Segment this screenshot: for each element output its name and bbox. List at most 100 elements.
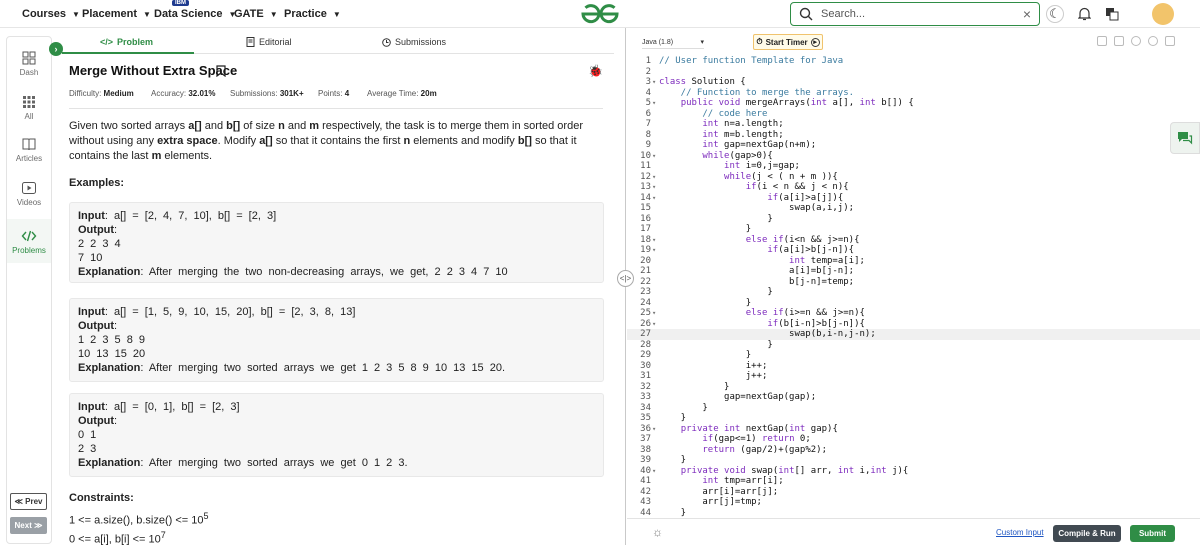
fold-toggle-icon[interactable]: ▾ — [652, 245, 656, 256]
code-line[interactable]: 43 arr[j]=tmp; — [627, 497, 1200, 508]
fold-toggle-icon[interactable]: ▾ — [652, 182, 656, 193]
code-line[interactable]: 4 // Function to merge the arrays. — [627, 88, 1200, 99]
code-line[interactable]: 32 } — [627, 382, 1200, 393]
fold-toggle-icon[interactable]: ▾ — [652, 466, 656, 477]
code-line[interactable]: 23 } — [627, 287, 1200, 298]
prev-problem-button[interactable]: ≪ Prev — [10, 493, 47, 510]
copy-icon[interactable] — [1097, 36, 1107, 46]
language-select[interactable]: Java (1.8) ▾ — [642, 36, 704, 49]
avatar[interactable] — [1152, 3, 1174, 25]
fold-toggle-icon[interactable]: ▾ — [652, 319, 656, 330]
fold-toggle-icon[interactable]: ▾ — [652, 77, 656, 88]
code-editor[interactable]: 1// User function Template for Java 2 3 ▾ cl… — [627, 54, 1200, 518]
compile-run-button[interactable]: Compile & Run — [1053, 525, 1121, 542]
bookmark-icon[interactable] — [216, 65, 226, 77]
fold-toggle-icon[interactable]: ▾ — [652, 308, 656, 319]
expand-sidebar-button[interactable]: › — [49, 42, 63, 56]
lightbulb-icon[interactable]: ☼ — [652, 525, 663, 539]
code-line[interactable]: 15 swap(a,i,j); — [627, 203, 1200, 214]
tab-problem[interactable]: </> Problem — [100, 30, 153, 54]
code-line[interactable]: 33 gap=nextGap(gap); — [627, 392, 1200, 403]
code-line[interactable]: 13 ▾ if(i < n && j < n){ — [627, 182, 1200, 193]
nav-gate[interactable]: GATE ▼ — [234, 0, 278, 28]
code-line[interactable]: 35 } — [627, 413, 1200, 424]
problem-description: Given two sorted arrays a[] and b[] of s… — [69, 120, 583, 162]
code-line[interactable]: 28 } — [627, 340, 1200, 351]
fold-toggle-icon[interactable]: ▾ — [652, 172, 656, 183]
code-line[interactable]: 10 ▾ while(gap>0){ — [627, 151, 1200, 162]
file-icon[interactable] — [1114, 36, 1124, 46]
code-line[interactable]: 9 int gap=nextGap(n+m); — [627, 140, 1200, 151]
code-text: a[i]=b[j-n]; — [659, 266, 855, 276]
code-line[interactable]: 36 ▾ private int nextGap(int gap){ — [627, 424, 1200, 435]
tab-editorial[interactable]: Editorial — [246, 30, 292, 54]
translate-icon[interactable] — [1103, 5, 1121, 23]
code-line[interactable]: 30 i++; — [627, 361, 1200, 372]
code-line[interactable]: 39 } — [627, 455, 1200, 466]
reset-icon[interactable] — [1148, 36, 1158, 46]
next-problem-button[interactable]: Next ≫ — [10, 517, 47, 534]
fold-toggle-icon[interactable]: ▾ — [652, 424, 656, 435]
code-line[interactable]: 16 } — [627, 214, 1200, 225]
fullscreen-icon[interactable] — [1165, 36, 1175, 46]
code-line[interactable]: 20 int temp=a[i]; — [627, 256, 1200, 267]
gfg-logo-icon[interactable] — [580, 3, 620, 25]
code-line[interactable]: 22 b[j-n]=temp; — [627, 277, 1200, 288]
timer-icon: ⏱ — [756, 37, 763, 46]
code-line[interactable]: 14 ▾ if(a[i]>a[j]){ — [627, 193, 1200, 204]
code-line[interactable]: 26 ▾ if(b[i-n]>b[j-n]){ — [627, 319, 1200, 330]
code-line[interactable]: 44 } — [627, 508, 1200, 519]
close-icon[interactable]: × — [1023, 6, 1031, 22]
code-line[interactable]: 24 } — [627, 298, 1200, 309]
nav-courses[interactable]: Courses ▼ — [22, 0, 80, 28]
code-line[interactable]: 18 ▾ else if(i<n && j>=n){ — [627, 235, 1200, 246]
fold-toggle-icon[interactable]: ▾ — [652, 98, 656, 109]
fold-toggle-icon[interactable]: ▾ — [652, 193, 656, 204]
code-line[interactable]: 1 // User function Template for Java — [627, 56, 1200, 67]
code-line[interactable]: 3 ▾ class Solution { — [627, 77, 1200, 88]
custom-input-link[interactable]: Custom Input — [996, 528, 1044, 537]
chat-button[interactable] — [1170, 122, 1200, 154]
sidebar-item-videos[interactable]: Videos — [7, 181, 51, 207]
code-line[interactable]: 6 // code here — [627, 109, 1200, 120]
sidebar-item-problems[interactable]: Problems — [7, 219, 51, 263]
code-line[interactable]: 21 a[i]=b[j-n]; — [627, 266, 1200, 277]
code-line[interactable]: 5 ▾ public void mergeArrays(int a[], int … — [627, 98, 1200, 109]
submit-button[interactable]: Submit — [1130, 525, 1175, 542]
sidebar-item-dash[interactable]: Dash — [7, 51, 51, 77]
code-line[interactable]: 12 ▾ while(j < ( n + m )){ — [627, 172, 1200, 183]
code-line[interactable]: 38 return (gap/2)+(gap%2); — [627, 445, 1200, 456]
nav-data-science[interactable]: Data Science ▼ — [154, 0, 236, 28]
line-number: 33 — [640, 392, 651, 402]
moon-icon[interactable]: ☾ — [1046, 5, 1064, 23]
line-number: 36 — [640, 423, 651, 434]
settings-icon[interactable] — [1131, 36, 1141, 46]
code-line[interactable]: 2 — [627, 67, 1200, 78]
tab-submissions[interactable]: Submissions — [382, 30, 446, 54]
fold-toggle-icon[interactable]: ▾ — [652, 235, 656, 246]
code-line[interactable]: 27 swap(b,i-n,j-n); — [627, 329, 1200, 340]
nav-placement[interactable]: Placement ▼ — [82, 0, 151, 28]
code-line[interactable]: 8 int m=b.length; — [627, 130, 1200, 141]
code-line[interactable]: 17 } — [627, 224, 1200, 235]
code-line[interactable]: 29 } — [627, 350, 1200, 361]
code-line[interactable]: 42 arr[i]=arr[j]; — [627, 487, 1200, 498]
code-line[interactable]: 19 ▾ if(a[i]>b[j-n]){ — [627, 245, 1200, 256]
code-line[interactable]: 31 j++; — [627, 371, 1200, 382]
code-line[interactable]: 11 int i=0,j=gap; — [627, 161, 1200, 172]
code-line[interactable]: 7 int n=a.length; — [627, 119, 1200, 130]
sidebar-item-articles[interactable]: Articles — [7, 137, 51, 163]
code-line[interactable]: 34 } — [627, 403, 1200, 414]
sidebar-item-all[interactable]: All — [7, 95, 51, 121]
fold-toggle-icon[interactable]: ▾ — [652, 151, 656, 162]
code-line[interactable]: 37 if(gap<=1) return 0; — [627, 434, 1200, 445]
code-line[interactable]: 25 ▾ else if(i>=n && j>=n){ — [627, 308, 1200, 319]
nav-practice[interactable]: Practice ▼ — [284, 0, 341, 28]
search-input[interactable]: Search... × — [790, 2, 1040, 26]
bell-icon[interactable] — [1075, 5, 1093, 23]
code-line[interactable]: 40 ▾ private void swap(int[] arr, int i,i… — [627, 466, 1200, 477]
line-number: 26 — [640, 318, 651, 329]
code-line[interactable]: 41 int tmp=arr[i]; — [627, 476, 1200, 487]
start-timer-button[interactable]: ⏱ Start Timer ▸ — [753, 34, 823, 50]
bug-report-icon[interactable]: 🐞 — [588, 64, 603, 78]
